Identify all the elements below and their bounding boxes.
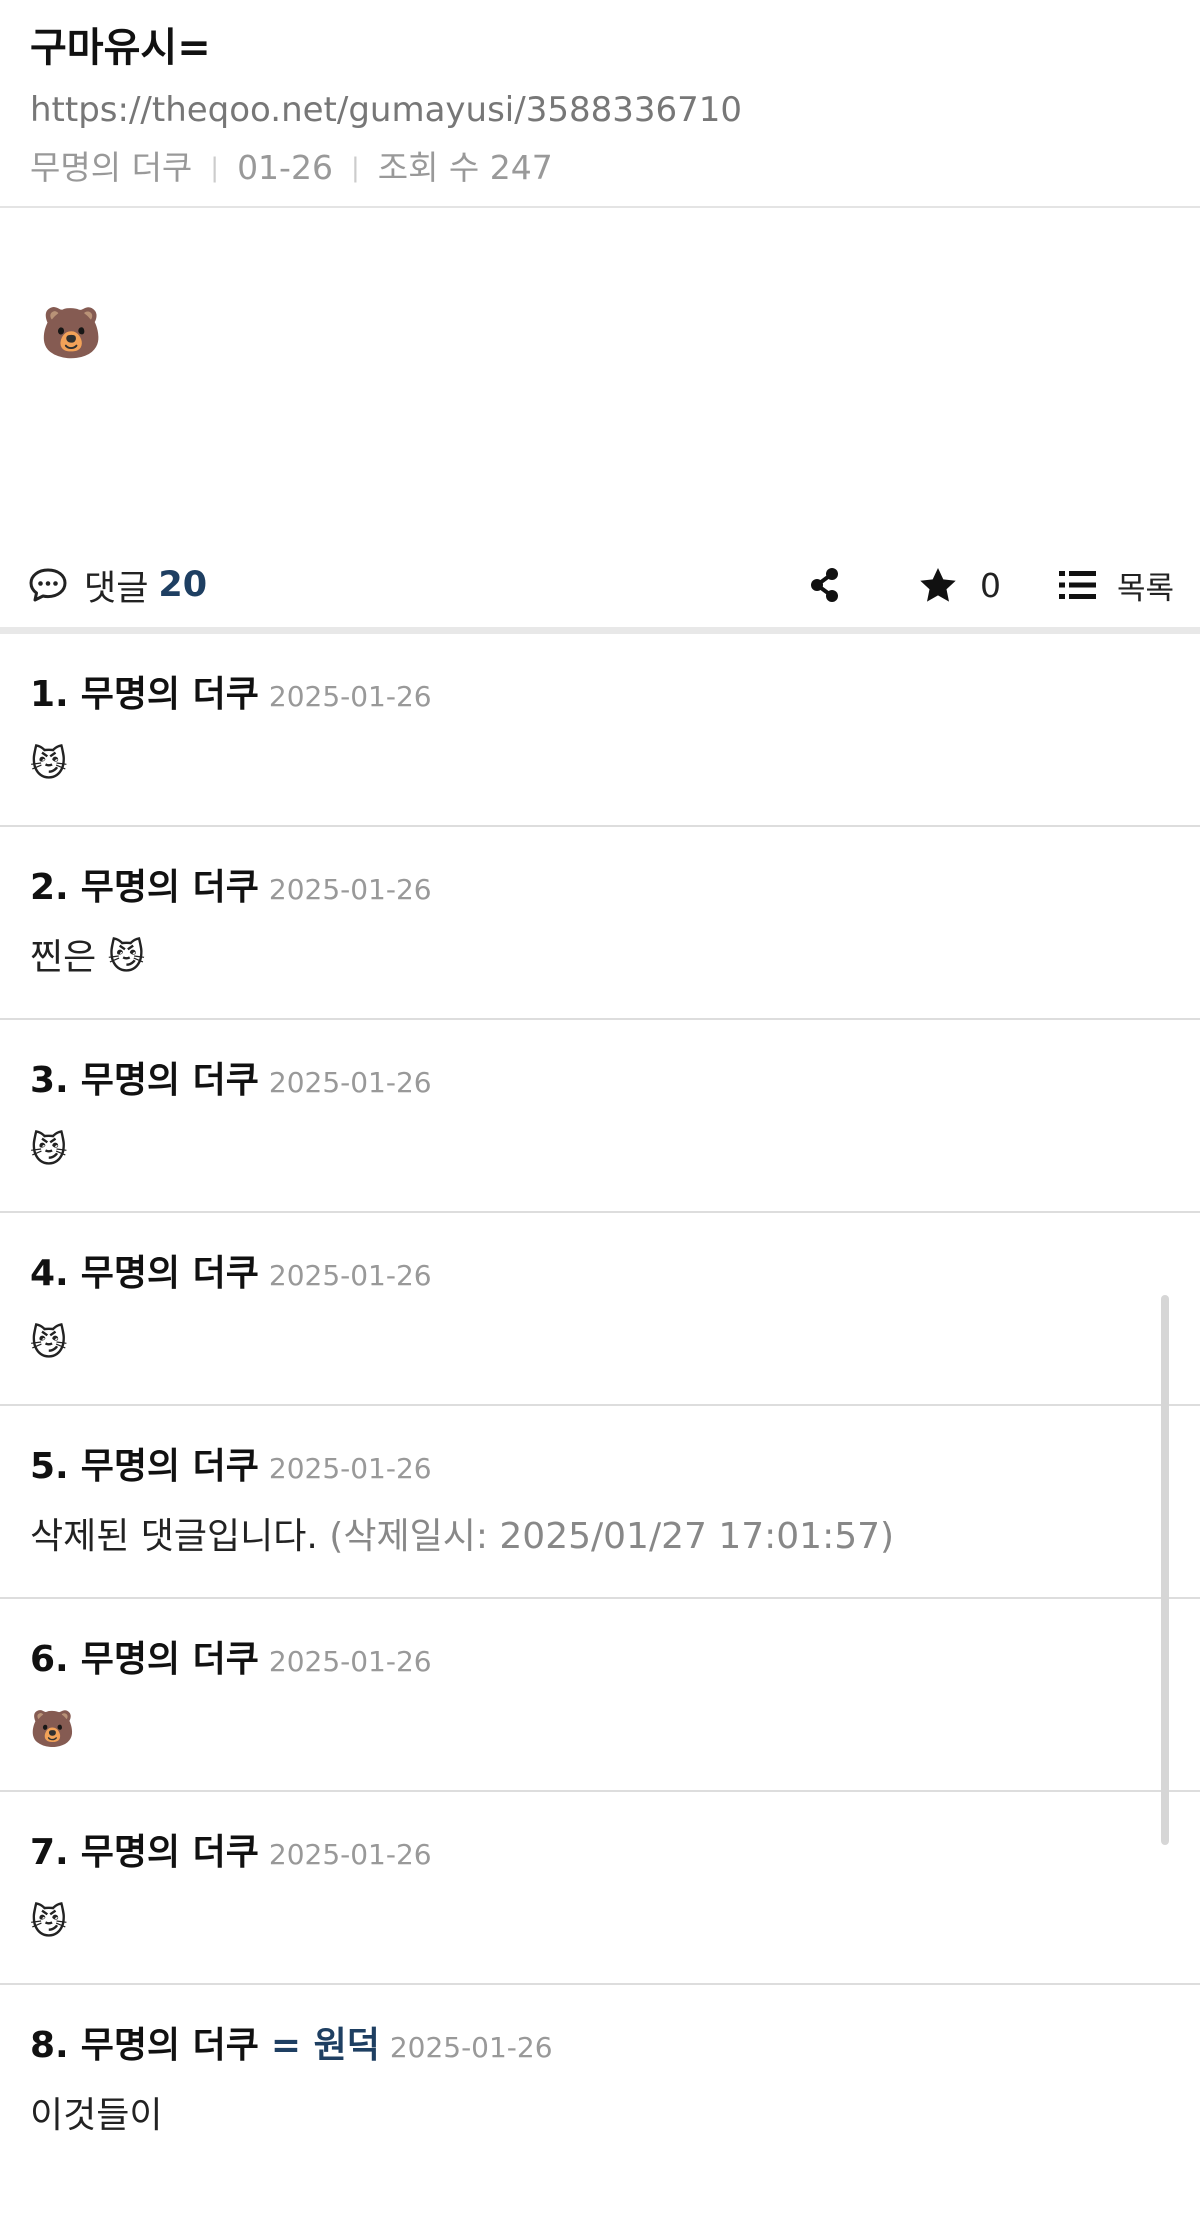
scrollbar-thumb[interactable]	[1161, 1295, 1169, 1845]
comment-author[interactable]: 무명의 더쿠	[81, 1058, 259, 1104]
comments-list: 1. 무명의 더쿠 2025-01-26 😼 2. 무명의 더쿠 2025-01…	[0, 634, 1200, 2178]
comment-header: 7. 무명의 더쿠 2025-01-26	[30, 1792, 1170, 1878]
comment-item: 2. 무명의 더쿠 2025-01-26 찐은 😼	[0, 827, 1200, 1020]
star-icon	[920, 568, 956, 602]
speech-bubble-icon	[29, 568, 67, 602]
comment-date: 2025-01-26	[268, 680, 432, 713]
post-author: 무명의 더쿠	[30, 148, 193, 187]
comment-author[interactable]: 무명의 더쿠	[81, 1830, 259, 1876]
comment-text: 이것들이	[30, 2095, 163, 2136]
post-body: 🐻	[0, 208, 1200, 543]
comment-number: 8.	[30, 2025, 69, 2066]
post-date: 01-26	[237, 148, 333, 187]
comment-number: 2.	[30, 867, 69, 908]
comment-header: 1. 무명의 더쿠 2025-01-26	[30, 634, 1170, 720]
comment-number: 7.	[30, 1832, 69, 1873]
comment-text: 😼	[30, 1902, 68, 1943]
comment-text: 😼	[30, 744, 68, 785]
star-button[interactable]: 0	[918, 566, 1001, 605]
original-poster-badge: = 원덕	[270, 2025, 380, 2066]
comment-item: 4. 무명의 더쿠 2025-01-26 😼	[0, 1213, 1200, 1406]
comment-date: 2025-01-26	[268, 873, 432, 906]
list-icon	[1058, 571, 1096, 599]
comment-text: 😼	[30, 1323, 68, 1364]
comment-number: 3.	[30, 1060, 69, 1101]
comment-header: 4. 무명의 더쿠 2025-01-26	[30, 1213, 1170, 1299]
comment-item: 1. 무명의 더쿠 2025-01-26 😼	[0, 634, 1200, 827]
deleted-comment-notice: 삭제된 댓글입니다.	[30, 1516, 318, 1557]
comment-author[interactable]: 무명의 더쿠	[81, 865, 259, 911]
comment-date: 2025-01-26	[389, 2031, 553, 2064]
comment-date: 2025-01-26	[268, 1452, 432, 1485]
meta-divider: |	[350, 153, 360, 183]
deleted-timestamp: (삭제일시: 2025/01/27 17:01:57)	[317, 1516, 895, 1557]
comment-text: 😼	[30, 1130, 68, 1171]
share-icon	[810, 568, 838, 602]
comment-header: 5. 무명의 더쿠 2025-01-26	[30, 1406, 1170, 1492]
comment-number: 6.	[30, 1639, 69, 1680]
comment-item: 8. 무명의 더쿠 = 원덕 2025-01-26 이것들이	[0, 1985, 1200, 2178]
share-button[interactable]	[808, 566, 842, 604]
star-count: 0	[979, 565, 1001, 605]
comment-date: 2025-01-26	[268, 1259, 432, 1292]
comment-text: 삭제된 댓글입니다. (삭제일시: 2025/01/27 17:01:57)	[30, 1512, 1170, 1562]
comment-date: 2025-01-26	[268, 1838, 432, 1871]
comment-author[interactable]: 무명의 더쿠	[81, 2023, 259, 2069]
comment-item: 3. 무명의 더쿠 2025-01-26 😼	[0, 1020, 1200, 1213]
comments-toggle[interactable]: 댓글 20	[28, 560, 207, 611]
comment-author[interactable]: 무명의 더쿠	[81, 1444, 259, 1490]
comment-item: 7. 무명의 더쿠 2025-01-26 😼	[0, 1792, 1200, 1985]
comment-author[interactable]: 무명의 더쿠	[81, 672, 259, 718]
meta-divider: |	[210, 153, 220, 183]
post-title: 구마유시=	[30, 25, 211, 71]
comment-date: 2025-01-26	[268, 1066, 432, 1099]
post-url[interactable]: https://theqoo.net/gumayusi/3588336710	[30, 88, 1170, 132]
comment-number: 5.	[30, 1446, 69, 1487]
comment-item: 6. 무명의 더쿠 2025-01-26 🐻	[0, 1599, 1200, 1792]
comment-header: 8. 무명의 더쿠 = 원덕 2025-01-26	[30, 1985, 1170, 2071]
comment-author[interactable]: 무명의 더쿠	[81, 1637, 259, 1683]
comments-label: 댓글	[84, 568, 149, 609]
comment-number: 1.	[30, 674, 69, 715]
list-button[interactable]: 목록	[1058, 563, 1174, 608]
comment-author[interactable]: 무명의 더쿠	[81, 1251, 259, 1297]
post-meta: 무명의 더쿠 | 01-26 | 조회 수 247	[30, 146, 1170, 190]
comment-text: 찐은 😼	[30, 937, 146, 978]
post-actions-bar: 댓글 20 0 목록	[0, 543, 1200, 634]
comment-number: 4.	[30, 1253, 69, 1294]
comment-text: 🐻	[30, 1709, 75, 1750]
post-header: 구마유시= https://theqoo.net/gumayusi/358833…	[0, 0, 1200, 208]
comment-header: 3. 무명의 더쿠 2025-01-26	[30, 1020, 1170, 1106]
comments-count: 20	[158, 565, 208, 605]
post-body-emoji: 🐻	[40, 304, 103, 362]
list-label: 목록	[1116, 570, 1174, 607]
comment-header: 6. 무명의 더쿠 2025-01-26	[30, 1599, 1170, 1685]
post-views: 조회 수 247	[377, 148, 553, 187]
comment-header: 2. 무명의 더쿠 2025-01-26	[30, 827, 1170, 913]
comment-date: 2025-01-26	[268, 1645, 432, 1678]
comment-item: 5. 무명의 더쿠 2025-01-26 삭제된 댓글입니다. (삭제일시: 2…	[0, 1406, 1200, 1599]
